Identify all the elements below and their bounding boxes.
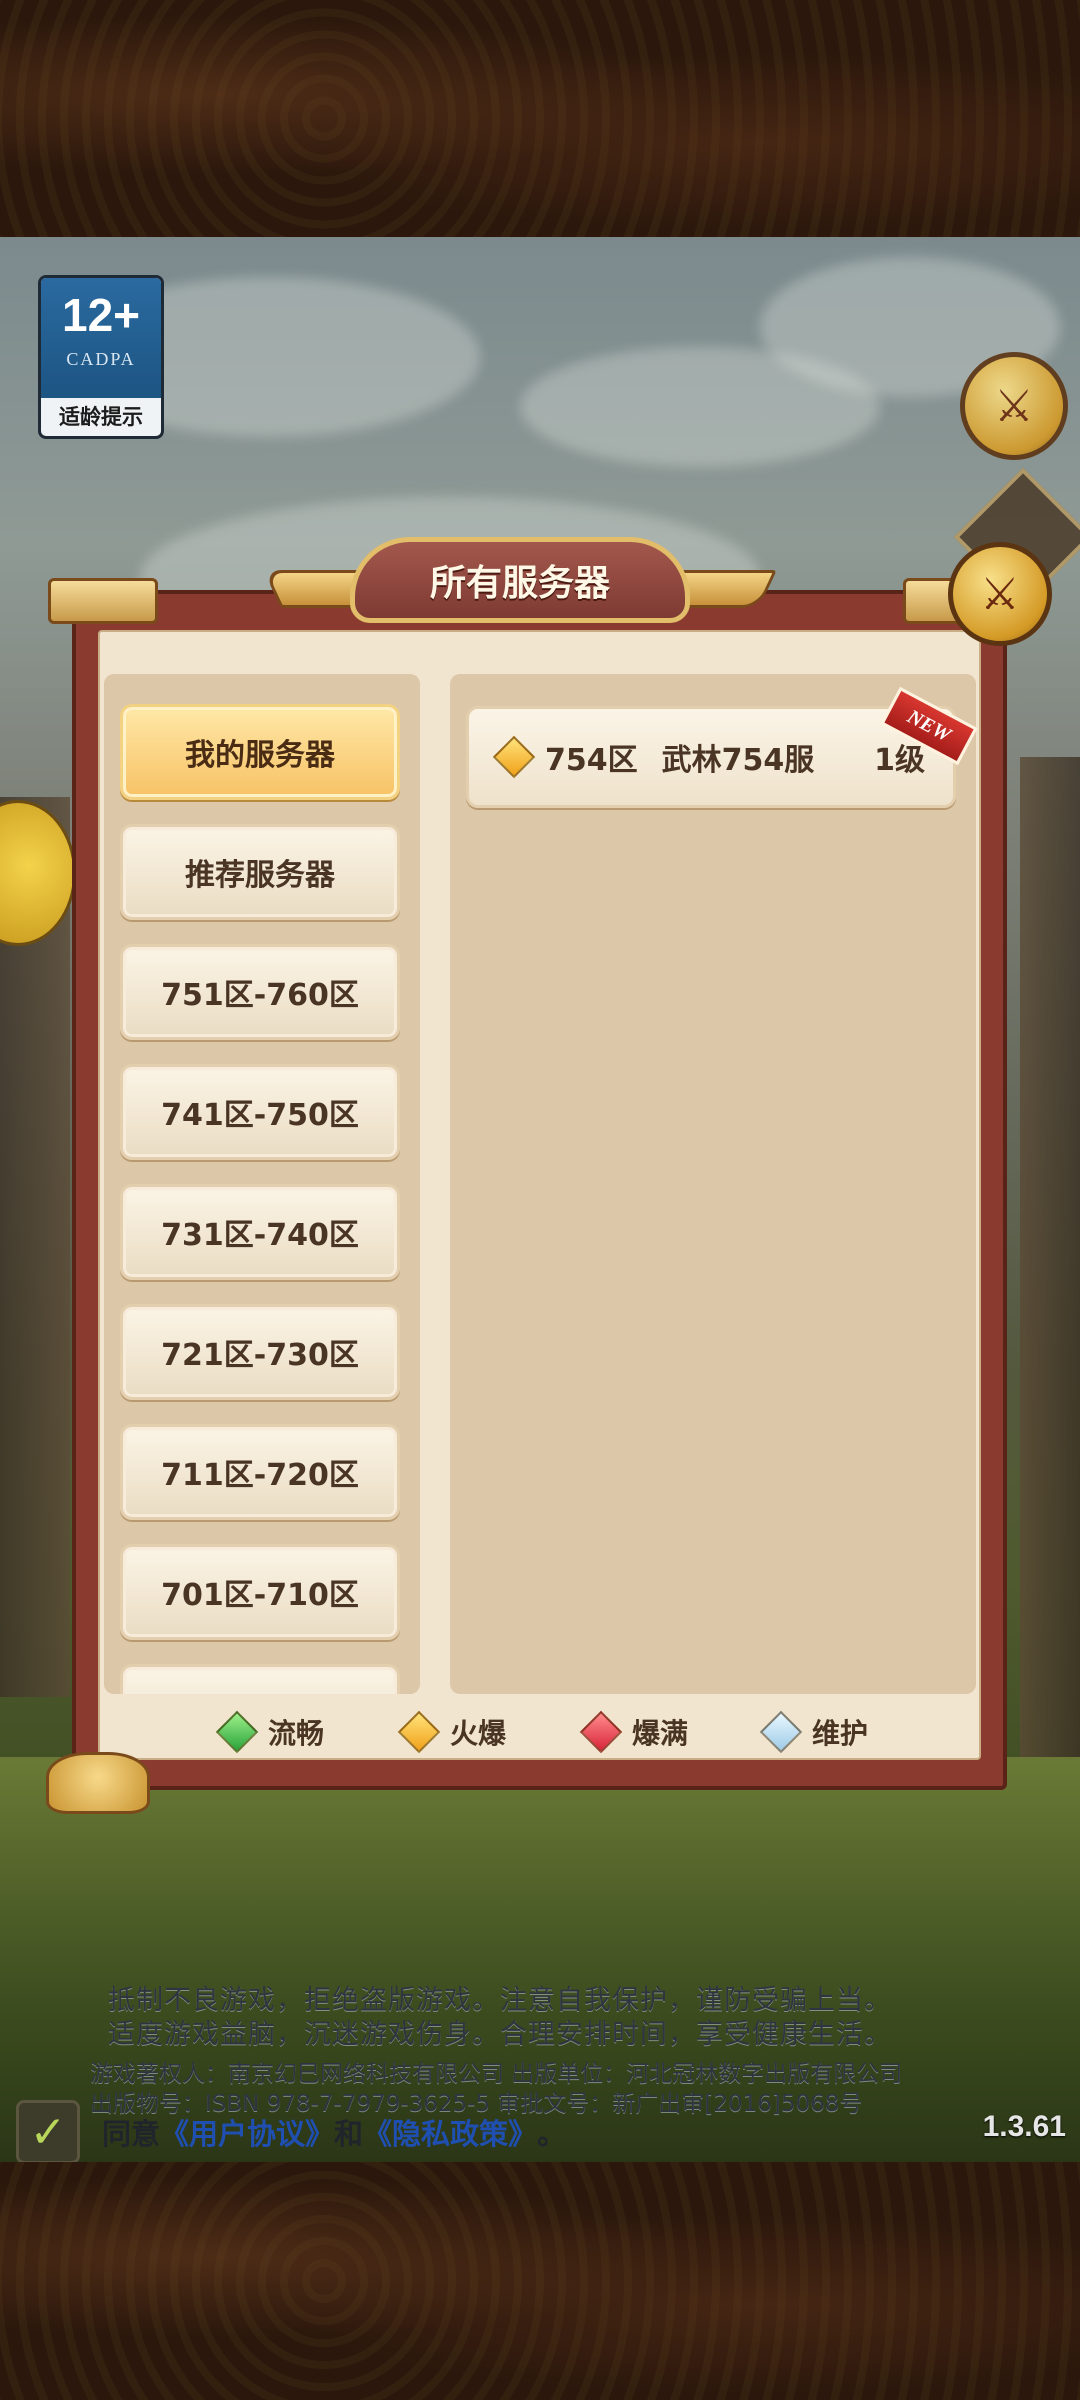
group-731-740[interactable]: 731区-740区	[120, 1184, 400, 1280]
group-751-760[interactable]: 751区-760区	[120, 944, 400, 1040]
check-icon: ✓	[29, 2106, 67, 2158]
status-maintenance-icon	[759, 1710, 803, 1754]
legend-maintenance: 维护	[759, 1710, 869, 1754]
server-group-list[interactable]: 我的服务器 推荐服务器 751区-760区 741区-750区 731区-740…	[104, 674, 420, 1694]
age-rating-label: 适龄提示	[59, 405, 143, 429]
close-icon: ⚔	[980, 568, 1020, 620]
group-711-720[interactable]: 711区-720区	[120, 1424, 400, 1520]
group-701-710[interactable]: 701区-710区	[120, 1544, 400, 1640]
status-smooth-icon	[215, 1710, 259, 1754]
status-full-icon	[579, 1710, 623, 1754]
legend-hot: 火爆	[397, 1710, 507, 1754]
legend-hot-label: 火爆	[450, 1717, 507, 1750]
close-button[interactable]: ⚔	[948, 542, 1052, 646]
legend-smooth: 流畅	[215, 1710, 325, 1754]
age-rating-badge: 12+ CADPA 适龄提示	[38, 275, 164, 439]
sword-icon: ⚔	[994, 380, 1034, 432]
legend-full: 爆满	[579, 1710, 689, 1754]
dialog-corner-ornament-left	[48, 578, 158, 624]
health-notice-line-2: 适度游戏益脑，沉迷游戏伤身。合理安排时间，享受健康生活。	[108, 2019, 892, 2050]
dialog-title-plate: 所有服务器	[263, 530, 777, 630]
group-my-servers[interactable]: 我的服务器	[120, 704, 400, 800]
group-741-750[interactable]: 741区-750区	[120, 1064, 400, 1160]
legend-maintenance-label: 维护	[812, 1717, 869, 1750]
server-name: 武林754服	[661, 743, 815, 778]
age-rating-org: CADPA	[66, 349, 136, 369]
user-agreement-link[interactable]: 《用户协议》	[160, 2111, 334, 2153]
server-row-754[interactable]: 754区 武林754服 1级 NEW	[466, 686, 978, 808]
group-next-partial[interactable]	[120, 1664, 400, 1694]
group-721-730[interactable]: 721区-730区	[120, 1304, 400, 1400]
legend-full-label: 爆满	[632, 1717, 689, 1750]
privacy-policy-link[interactable]: 《隐私政策》	[363, 2111, 537, 2153]
dialog-bottom-ornament	[46, 1752, 150, 1814]
agree-conjunction: 和	[334, 2117, 364, 2151]
agree-suffix: 。	[537, 2117, 567, 2151]
group-recommended[interactable]: 推荐服务器	[120, 824, 400, 920]
dialog-title: 所有服务器	[429, 563, 610, 604]
publisher-info: 游戏著权人：南京幻巳网络科技有限公司 出版单位：河北冠林数字出版有限公司	[90, 2061, 903, 2087]
agree-prefix: 同意	[102, 2117, 161, 2151]
top-decor-bar	[0, 0, 1080, 237]
agree-checkbox[interactable]: ✓	[16, 2100, 80, 2164]
status-hot-icon	[492, 735, 536, 779]
status-hot-icon	[397, 1710, 441, 1754]
agreement-row: ✓ 同意 《用户协议》 和 《隐私政策》 。	[16, 2100, 566, 2164]
bottom-decor-bar	[0, 2162, 1080, 2400]
age-rating-number: 12+	[61, 289, 141, 341]
background-menu-button[interactable]: ⚔	[960, 352, 1068, 460]
legend-smooth-label: 流畅	[268, 1717, 325, 1750]
version-label: 1.3.61	[982, 2110, 1066, 2143]
server-zone: 754区	[545, 743, 638, 778]
server-list-panel: 754区 武林754服 1级 NEW	[450, 674, 978, 1694]
